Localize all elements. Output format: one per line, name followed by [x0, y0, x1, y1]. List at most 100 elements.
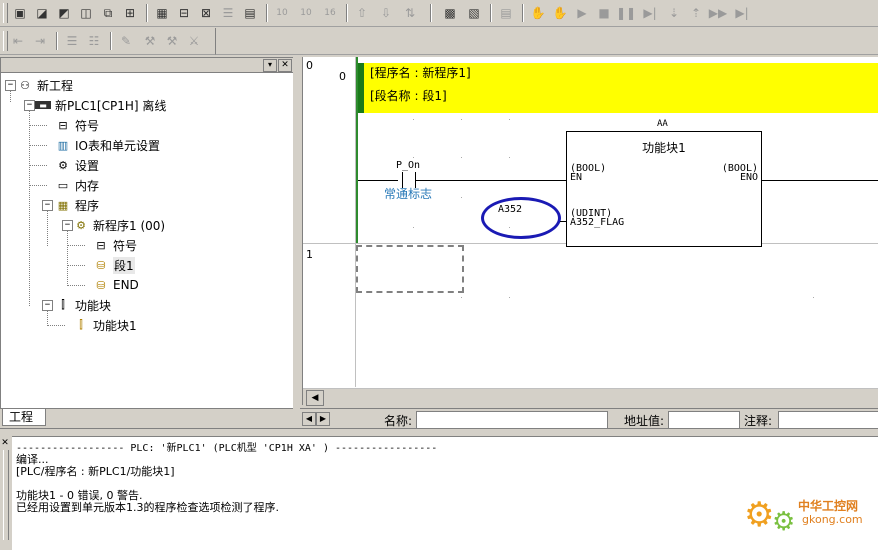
chart-icon[interactable]: ◩: [54, 3, 74, 23]
skip-end-icon[interactable]: ▶|: [732, 3, 752, 23]
tree-item-label: END: [113, 278, 139, 292]
pane-restore-icon[interactable]: ▾: [263, 59, 277, 72]
toolbar-separator: [430, 4, 432, 22]
toolbar-edit: ⇤ ⇥ ☰ ☷ ✎ ⚒ ⚒ ⚔: [0, 28, 216, 55]
tools-icon[interactable]: ⚒: [162, 31, 182, 51]
tree-line: [29, 165, 47, 166]
pane-close-icon[interactable]: ✕: [278, 59, 292, 72]
scroll-left-button[interactable]: ◀: [306, 390, 324, 406]
tree-item-settings[interactable]: ⚙ 设置: [55, 156, 99, 174]
output-grip[interactable]: [3, 450, 9, 540]
collapse-toggle[interactable]: −: [42, 200, 53, 211]
project-view-icon[interactable]: ◪: [32, 3, 52, 23]
section-icon: ⛁: [96, 278, 106, 292]
tree-line: [29, 145, 47, 146]
rung-number: 1: [306, 248, 313, 261]
collapse-toggle[interactable]: −: [62, 220, 73, 231]
annotation-text: A352: [498, 204, 523, 215]
grid-dot: [461, 119, 462, 120]
stop-icon[interactable]: ■: [594, 3, 614, 23]
name-field[interactable]: [416, 411, 608, 429]
tree-item-project[interactable]: ⚇ 新工程: [17, 76, 73, 94]
fb-input2-wire: [560, 221, 566, 222]
io-table-icon[interactable]: ☰: [218, 3, 238, 23]
step-sixteen-icon[interactable]: 16: [320, 3, 340, 23]
tree-item-memory[interactable]: ▭ 内存: [55, 176, 99, 194]
contact-comment: 常通标志: [384, 187, 433, 201]
tree-item-function-block1[interactable]: ⫿ 功能块1: [73, 316, 136, 334]
fast-forward-icon[interactable]: ▶▶: [708, 3, 728, 23]
tree-item-programs[interactable]: ▦ 程序: [55, 196, 99, 214]
list-alt-icon[interactable]: ☷: [84, 31, 104, 51]
run-icon[interactable]: ▶: [572, 3, 592, 23]
pause-icon[interactable]: ❚❚: [616, 3, 636, 23]
tree-item-function-blocks[interactable]: ⫿ 功能块: [55, 296, 111, 314]
tree-item-label: 新工程: [37, 78, 74, 93]
step-out-icon[interactable]: ⇡: [686, 3, 706, 23]
contact-name: P_On: [396, 160, 421, 171]
function-block[interactable]: 功能块1 (BOOL) EN (BOOL) ENO (UDINT) A352_F…: [566, 131, 762, 247]
watermark-text: 中华工控网: [798, 499, 859, 513]
collapse-toggle[interactable]: −: [24, 100, 35, 111]
download-icon[interactable]: ⇩: [376, 3, 396, 23]
symbol-icon[interactable]: ⊟: [174, 3, 194, 23]
monitor-window-icon[interactable]: ⧉: [98, 3, 118, 23]
tree-line: [47, 210, 48, 246]
toolbar-grip[interactable]: [3, 3, 8, 23]
tree-item-plc[interactable]: ▬ 新PLC1[CP1H] 离线: [35, 96, 166, 114]
fb-instance-name: AA: [657, 119, 668, 129]
step-forward-icon[interactable]: ▶|: [640, 3, 660, 23]
tree-item-new-program[interactable]: ⚙ 新程序1 (00): [73, 216, 165, 234]
step-ten-icon[interactable]: 10: [272, 3, 292, 23]
symbol-table-icon[interactable]: ▦: [152, 3, 172, 23]
tab-project[interactable]: 工程: [2, 409, 47, 426]
output-pane[interactable]: ------------------ PLC: '新PLC1' (PLC机型 '…: [12, 436, 878, 550]
grid-dot: [509, 297, 510, 298]
simulate-icon[interactable]: ▤: [496, 3, 516, 23]
memory-icon[interactable]: ▤: [240, 3, 260, 23]
comment-label: 注释:: [744, 414, 773, 428]
cursor-cell[interactable]: [356, 245, 464, 293]
collapse-toggle[interactable]: −: [5, 80, 16, 91]
address-field[interactable]: [668, 411, 740, 429]
programs-icon: ▦: [57, 198, 69, 212]
tab-project-label: 工程: [9, 410, 34, 424]
tools-cross-icon[interactable]: ⚔: [184, 31, 204, 51]
hand-icon[interactable]: ✋: [528, 3, 548, 23]
pencil-icon[interactable]: ✎: [116, 31, 136, 51]
collapse-toggle[interactable]: −: [42, 300, 53, 311]
step-ten-alt-icon[interactable]: 10: [296, 3, 316, 23]
prev-nav-button[interactable]: ◀: [302, 412, 316, 426]
name-label: 名称:: [384, 414, 413, 428]
next-nav-button[interactable]: ▶: [316, 412, 330, 426]
ladder-editor[interactable]: 0 0 1 [程序名 : 新程序1] [段名称 : 段1] P_On 常通标志 …: [302, 57, 878, 406]
properties-icon[interactable]: ⊞: [120, 3, 140, 23]
grid-dot: [413, 157, 414, 158]
list-icon[interactable]: ☰: [62, 31, 82, 51]
step-in-icon[interactable]: ⇣: [664, 3, 684, 23]
compile-all-icon[interactable]: ▧: [464, 3, 484, 23]
outdent-icon[interactable]: ⇥: [30, 31, 50, 51]
tree-item-program-symbols[interactable]: ⊟ 符号: [93, 236, 137, 254]
window-icon[interactable]: ▣: [10, 3, 30, 23]
compare-icon[interactable]: ⇅: [400, 3, 420, 23]
tree-item-end[interactable]: ⛁ END: [93, 276, 139, 294]
tree-item-section1[interactable]: ⛁ 段1: [93, 256, 135, 274]
tree-item-symbols[interactable]: ⊟ 符号: [55, 116, 99, 134]
indent-icon[interactable]: ⇤: [8, 31, 28, 51]
pane-splitter[interactable]: [293, 57, 302, 427]
grid-dot: [461, 197, 462, 198]
wrench-icon[interactable]: ⚒: [140, 31, 160, 51]
horizontal-scrollbar[interactable]: ◀: [303, 388, 878, 406]
compile-icon[interactable]: ▩: [440, 3, 460, 23]
hand-alt-icon[interactable]: ✋: [550, 3, 570, 23]
graph-icon[interactable]: ◫: [76, 3, 96, 23]
toolbar-separator: [522, 4, 524, 22]
comment-field[interactable]: [778, 411, 878, 429]
cross-ref-icon[interactable]: ⊠: [196, 3, 216, 23]
gear-icon: ⚙: [744, 495, 775, 535]
tree-item-io-table[interactable]: ▥ IO表和单元设置: [55, 136, 160, 154]
output-close-icon[interactable]: ✕: [0, 438, 10, 448]
upload-icon[interactable]: ⇧: [352, 3, 372, 23]
program-icon: ⚙: [76, 218, 86, 232]
